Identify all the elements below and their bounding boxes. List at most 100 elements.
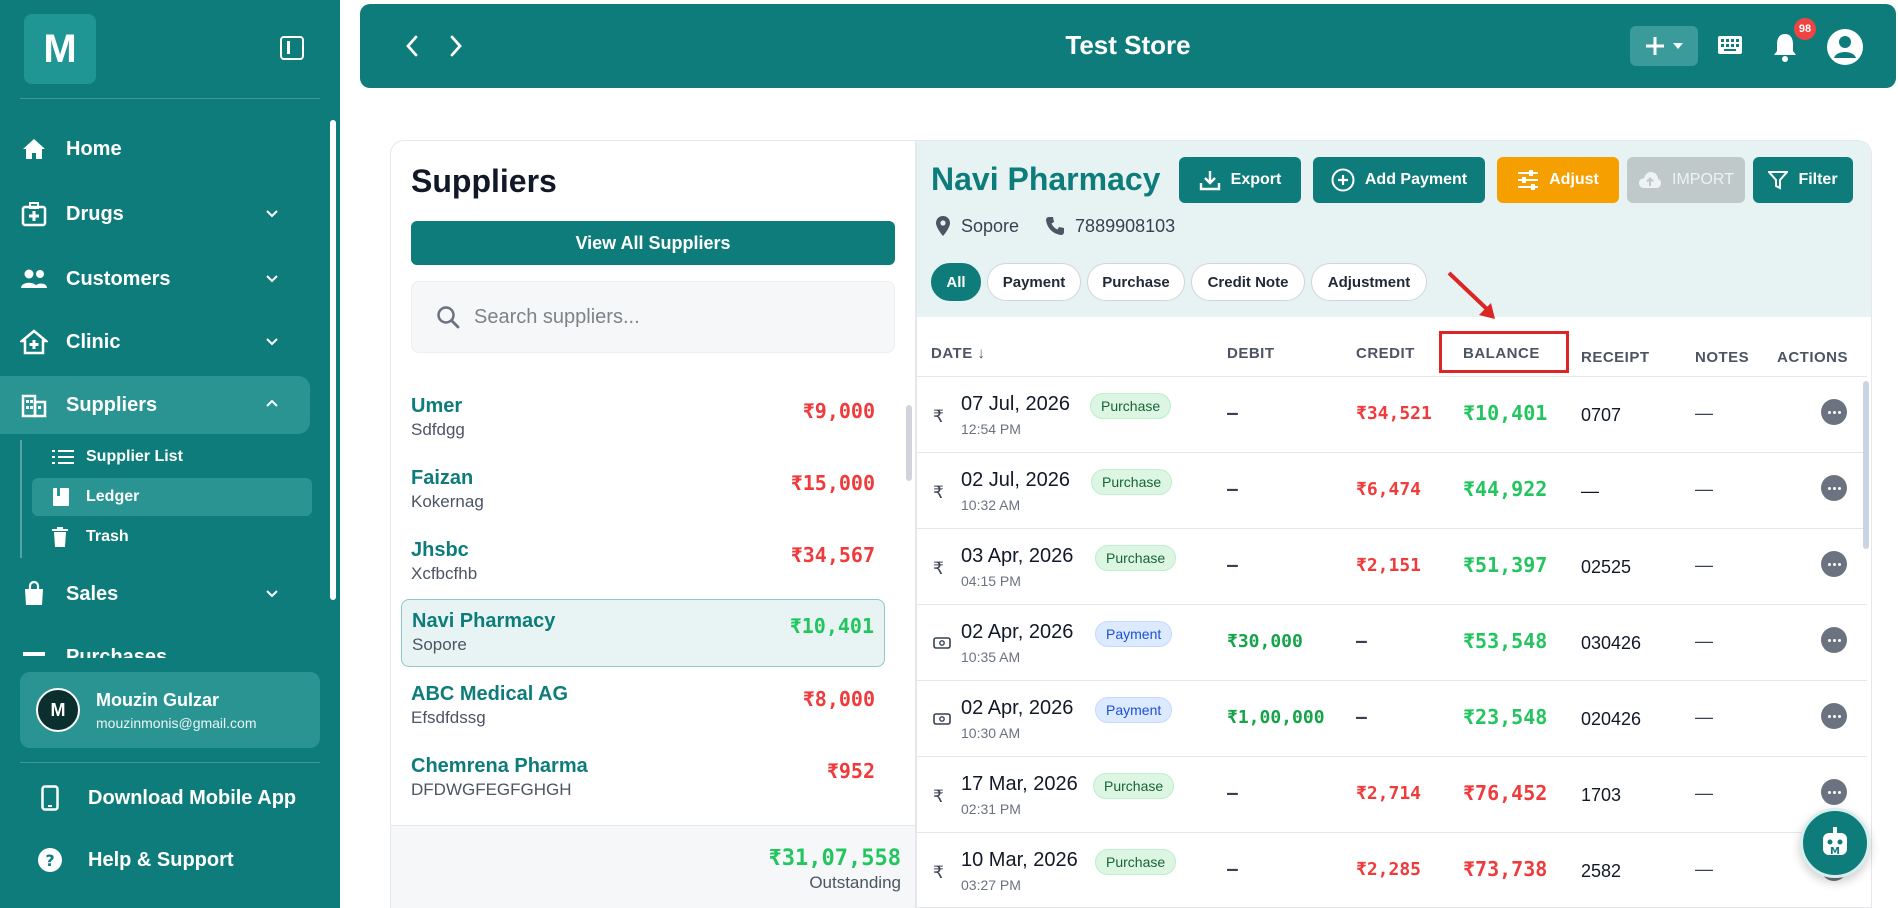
notification-bell-icon[interactable]: [1772, 32, 1798, 67]
supplier-list-item[interactable]: ABC Medical AG Efsdfdssg ₹8,000: [401, 673, 885, 739]
sidebar-collapse-icon[interactable]: [280, 36, 304, 60]
row-more-icon[interactable]: [1821, 475, 1847, 501]
row-notes: —: [1695, 555, 1713, 575]
row-credit: —: [1356, 631, 1367, 652]
sidebar-item-clinic[interactable]: Clinic: [0, 313, 310, 371]
filter-chip-payment[interactable]: Payment: [987, 263, 1081, 301]
view-all-suppliers-button[interactable]: View All Suppliers: [411, 221, 895, 265]
filter-button[interactable]: Filter: [1753, 157, 1853, 203]
suppliers-panel: Suppliers View All Suppliers Umer Sdfdgg…: [390, 140, 916, 908]
row-debit: —: [1227, 479, 1238, 500]
keyboard-icon[interactable]: [1718, 36, 1742, 59]
adjust-button[interactable]: Adjust: [1497, 157, 1619, 203]
add-payment-button[interactable]: Add Payment: [1313, 157, 1485, 203]
medical-bag-icon: [20, 200, 48, 228]
cash-icon: [933, 635, 951, 655]
row-date: 17 Mar, 2026: [961, 773, 1078, 795]
outstanding-total: ₹31,07,558: [768, 846, 901, 871]
help-support-link[interactable]: ? Help & Support: [36, 840, 234, 880]
filter-chip-all[interactable]: All: [931, 263, 981, 301]
row-date: 10 Mar, 2026: [961, 849, 1078, 871]
table-row[interactable]: ₹ 03 Apr, 2026 04:15 PM Purchase — ₹2,15…: [917, 529, 1867, 605]
sidebar-divider: [20, 98, 320, 99]
row-notes: —: [1695, 783, 1713, 803]
filter-chip-adjustment[interactable]: Adjustment: [1311, 263, 1427, 301]
supplier-search-box: [411, 281, 895, 353]
import-button[interactable]: IMPORT: [1627, 157, 1745, 203]
phone-icon: [1045, 216, 1065, 236]
row-receipt: —: [1581, 481, 1599, 501]
table-row[interactable]: ₹ 07 Jul, 2026 12:54 PM Purchase — ₹34,5…: [917, 377, 1867, 453]
supplier-location: Sopore: [412, 635, 467, 654]
row-more-icon[interactable]: [1821, 627, 1847, 653]
row-receipt: 2582: [1581, 861, 1622, 881]
column-header-date[interactable]: DATE ↓: [931, 345, 985, 362]
sidebar-item-purchases[interactable]: Purchases: [0, 628, 310, 658]
row-notes: —: [1695, 859, 1713, 879]
chevron-down-icon: [266, 210, 278, 218]
user-account-icon[interactable]: [1826, 28, 1864, 71]
filter-icon: [1768, 171, 1789, 190]
supplier-balance: ₹10,401: [789, 614, 874, 638]
download-icon: [1199, 171, 1220, 191]
supplier-list-item[interactable]: Umer Sdfdgg ₹9,000: [401, 385, 885, 451]
supplier-list-item[interactable]: Chemrena Pharma DFDWGFEGFGHGH ₹952: [401, 745, 885, 811]
table-row[interactable]: ₹ 10 Mar, 2026 03:27 PM Purchase — ₹2,28…: [917, 833, 1867, 907]
row-debit: ₹1,00,000: [1227, 707, 1325, 728]
row-receipt: 0707: [1581, 405, 1622, 425]
table-row[interactable]: 02 Apr, 2026 10:35 AM Payment ₹30,000 — …: [917, 605, 1867, 681]
row-more-icon[interactable]: [1821, 551, 1847, 577]
sidebar-subitem-trash[interactable]: Trash: [32, 518, 312, 556]
supplier-list-item[interactable]: Faizan Kokernag ₹15,000: [401, 457, 885, 523]
download-app-link[interactable]: Download Mobile App: [36, 778, 296, 818]
adjust-label: Adjust: [1549, 171, 1599, 188]
sidebar-subitem-supplier-list[interactable]: Supplier List: [32, 438, 312, 476]
row-credit: ₹34,521: [1356, 403, 1432, 424]
column-header-credit: CREDIT: [1356, 345, 1415, 362]
sidebar-item-suppliers[interactable]: Suppliers: [0, 376, 310, 434]
supplier-balance: ₹15,000: [790, 471, 875, 495]
app-logo[interactable]: M: [24, 14, 96, 84]
search-icon: [437, 306, 460, 329]
export-button[interactable]: Export: [1179, 157, 1301, 203]
supplier-search-input[interactable]: [474, 305, 854, 329]
column-header-debit: DEBIT: [1227, 345, 1275, 362]
table-row[interactable]: ₹ 02 Jul, 2026 10:32 AM Purchase — ₹6,47…: [917, 453, 1867, 529]
row-time: 03:27 PM: [961, 877, 1021, 893]
notification-badge: 98: [1794, 18, 1816, 40]
sidebar-item-home[interactable]: Home: [0, 120, 310, 178]
ledger-scrollbar[interactable]: [1863, 381, 1869, 549]
user-profile-card[interactable]: M Mouzin Gulzar mouzinmonis@gmail.com: [20, 672, 320, 748]
table-row[interactable]: ₹ 17 Mar, 2026 02:31 PM Purchase — ₹2,71…: [917, 757, 1867, 833]
supplier-location: Efsdfdssg: [411, 708, 486, 727]
ledger-table-header: DATE ↓ DEBIT CREDIT BALANCE RECEIPT NOTE…: [917, 327, 1867, 377]
row-debit: —: [1227, 555, 1238, 576]
sidebar-subitem-ledger[interactable]: Ledger: [32, 478, 312, 516]
type-badge: Payment: [1095, 697, 1173, 723]
assistant-bot-button[interactable]: M: [1800, 808, 1870, 878]
table-row[interactable]: 02 Apr, 2026 10:30 AM Payment ₹1,00,000 …: [917, 681, 1867, 757]
row-time: 10:32 AM: [961, 497, 1021, 513]
row-time: 10:30 AM: [961, 725, 1021, 741]
row-date: 02 Apr, 2026: [961, 697, 1074, 719]
sidebar-item-drugs[interactable]: Drugs: [0, 185, 310, 243]
sidebar-item-sales[interactable]: Sales: [0, 565, 310, 623]
row-more-icon[interactable]: [1821, 779, 1847, 805]
chevron-up-icon: [266, 399, 278, 407]
location-pin-icon: [935, 215, 951, 237]
row-more-icon[interactable]: [1821, 399, 1847, 425]
supplier-list-item-selected[interactable]: Navi Pharmacy Sopore ₹10,401: [401, 599, 885, 667]
filter-chip-purchase[interactable]: Purchase: [1087, 263, 1185, 301]
row-more-icon[interactable]: [1821, 703, 1847, 729]
supplier-list-scrollbar[interactable]: [906, 405, 912, 481]
row-debit: —: [1227, 783, 1238, 804]
sidebar-scrollbar[interactable]: [330, 120, 336, 600]
quick-add-button[interactable]: [1630, 26, 1698, 66]
supplier-location: DFDWGFEGFGHGH: [411, 780, 572, 799]
row-receipt: 030426: [1581, 633, 1642, 653]
supplier-balance: ₹34,567: [790, 543, 875, 567]
row-balance: ₹76,452: [1463, 781, 1548, 805]
sidebar-item-customers[interactable]: Customers: [0, 250, 310, 308]
supplier-list-item[interactable]: Jhsbc Xcfbcfhb ₹34,567: [401, 529, 885, 595]
filter-chip-credit-note[interactable]: Credit Note: [1191, 263, 1305, 301]
